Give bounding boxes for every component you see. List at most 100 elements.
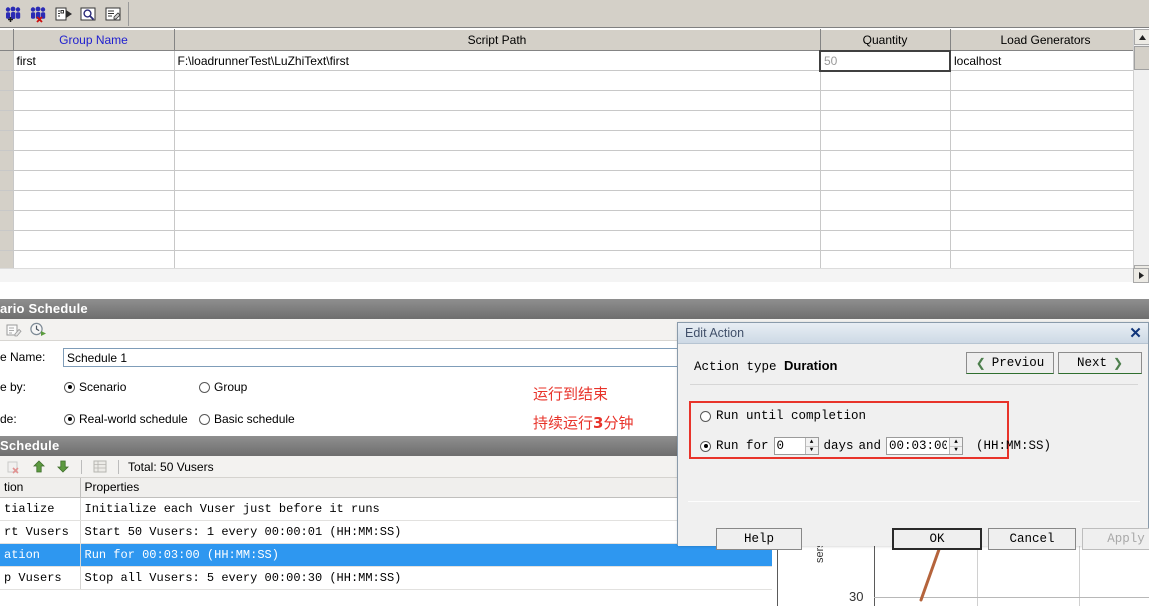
- cell-group-name[interactable]: first: [13, 50, 175, 71]
- cell-load-generators[interactable]: [950, 150, 1142, 171]
- cell-quantity[interactable]: [820, 150, 951, 171]
- cell-group-name[interactable]: [13, 110, 175, 131]
- duration-input[interactable]: [887, 438, 950, 454]
- radio-real-world-schedule[interactable]: Real-world schedule: [64, 412, 188, 426]
- cell-quantity[interactable]: [820, 70, 951, 91]
- help-button[interactable]: Help: [716, 528, 802, 550]
- scroll-right-icon[interactable]: [1133, 268, 1149, 283]
- cell-load-generators[interactable]: [950, 170, 1142, 191]
- cell-script-path[interactable]: [174, 150, 821, 171]
- cell-load-generators[interactable]: [950, 210, 1142, 231]
- row-selector[interactable]: [0, 90, 14, 111]
- duration-stepper-buttons[interactable]: ▲ ▼: [949, 438, 963, 455]
- row-selector[interactable]: [0, 50, 14, 71]
- cell-load-generators[interactable]: [950, 190, 1142, 211]
- properties-grid-icon[interactable]: [91, 460, 109, 473]
- cell-load-generators[interactable]: [950, 90, 1142, 111]
- duration-increment-icon[interactable]: ▲: [950, 438, 963, 447]
- table-row-empty[interactable]: [0, 210, 1142, 231]
- days-stepper-buttons[interactable]: ▲ ▼: [804, 438, 818, 454]
- cell-group-name[interactable]: [13, 230, 175, 251]
- cell-script-path[interactable]: [174, 70, 821, 91]
- edit-schedule-icon[interactable]: [4, 321, 24, 339]
- days-input[interactable]: [774, 438, 805, 454]
- dialog-title-bar[interactable]: Edit Action ✕: [678, 323, 1148, 344]
- cell-group-name[interactable]: [13, 90, 175, 111]
- close-icon[interactable]: ✕: [1127, 326, 1144, 341]
- column-header-quantity[interactable]: Quantity: [820, 29, 951, 51]
- run-script-icon[interactable]: [52, 2, 76, 26]
- radio-scenario[interactable]: Scenario: [64, 380, 126, 394]
- cell-script-path[interactable]: [174, 170, 821, 191]
- vuser-groups-grid[interactable]: Group Name Script Path Quantity Load Gen…: [0, 29, 1149, 281]
- row-selector[interactable]: [0, 130, 14, 151]
- cell-group-name[interactable]: [13, 190, 175, 211]
- row-selector[interactable]: [0, 230, 14, 251]
- edit-action-dialog[interactable]: Edit Action ✕ Action type Duration ❮ Pre…: [677, 322, 1149, 550]
- cell-load-generators[interactable]: [950, 130, 1142, 151]
- cell-action[interactable]: ation: [0, 543, 81, 567]
- cell-quantity[interactable]: [820, 190, 951, 211]
- cell-load-generators[interactable]: localhost: [950, 50, 1142, 71]
- cell-group-name[interactable]: [13, 150, 175, 171]
- row-selector[interactable]: [0, 70, 14, 91]
- cell-script-path[interactable]: [174, 110, 821, 131]
- table-row-empty[interactable]: [0, 110, 1142, 131]
- table-row-empty[interactable]: [0, 170, 1142, 191]
- edit-script-icon[interactable]: [102, 2, 126, 26]
- add-vusers-icon[interactable]: [2, 2, 26, 26]
- cell-load-generators[interactable]: [950, 70, 1142, 91]
- grid-horizontal-scrollbar[interactable]: [0, 268, 1149, 283]
- cell-script-path[interactable]: [174, 130, 821, 151]
- cell-script-path[interactable]: [174, 210, 821, 231]
- view-script-icon[interactable]: [77, 2, 101, 26]
- cell-script-path[interactable]: [174, 230, 821, 251]
- cell-group-name[interactable]: [13, 170, 175, 191]
- row-selector[interactable]: [0, 110, 14, 131]
- cell-group-name[interactable]: [13, 130, 175, 151]
- cell-quantity[interactable]: [820, 230, 951, 251]
- column-header-load-generators[interactable]: Load Generators: [950, 29, 1142, 51]
- remove-vusers-icon[interactable]: [27, 2, 51, 26]
- column-header-script-path[interactable]: Script Path: [174, 29, 821, 51]
- cell-action[interactable]: tialize: [0, 497, 81, 521]
- duration-decrement-icon[interactable]: ▼: [950, 447, 962, 455]
- delete-action-icon[interactable]: [6, 460, 24, 474]
- table-row[interactable]: first F:\loadrunnerTest\LuZhiText\first 50…: [0, 49, 1142, 72]
- cell-quantity[interactable]: [820, 90, 951, 111]
- row-selector[interactable]: [0, 210, 14, 231]
- move-down-icon[interactable]: [54, 460, 72, 473]
- cell-action[interactable]: rt Vusers: [0, 520, 81, 544]
- radio-run-for[interactable]: Run for ▲ ▼ days and ▲ ▼ (: [700, 437, 1051, 455]
- cell-action[interactable]: p Vusers: [0, 566, 81, 590]
- cell-quantity[interactable]: [820, 210, 951, 231]
- previous-button[interactable]: ❮ Previou: [966, 352, 1054, 374]
- cell-load-generators[interactable]: [950, 110, 1142, 131]
- next-button[interactable]: Next ❯: [1058, 352, 1142, 374]
- cancel-button[interactable]: Cancel: [988, 528, 1076, 550]
- row-selector[interactable]: [0, 190, 14, 211]
- table-row-empty[interactable]: [0, 90, 1142, 111]
- cell-group-name[interactable]: [13, 210, 175, 231]
- cell-script-path[interactable]: [174, 90, 821, 111]
- radio-group[interactable]: Group: [199, 380, 247, 394]
- days-stepper[interactable]: ▲ ▼: [773, 437, 819, 455]
- column-header-group-name[interactable]: Group Name: [13, 29, 175, 51]
- cell-script-path[interactable]: F:\loadrunnerTest\LuZhiText\first: [174, 50, 821, 71]
- scrollbar-thumb[interactable]: [1134, 46, 1149, 70]
- duration-stepper[interactable]: ▲ ▼: [886, 437, 964, 455]
- grid-vertical-scrollbar[interactable]: [1133, 29, 1149, 281]
- move-up-icon[interactable]: [30, 460, 48, 473]
- table-row-empty[interactable]: [0, 130, 1142, 151]
- cell-quantity[interactable]: 50: [819, 49, 951, 72]
- cell-group-name[interactable]: [13, 70, 175, 91]
- table-row-empty[interactable]: [0, 190, 1142, 211]
- scroll-up-icon[interactable]: [1134, 29, 1149, 45]
- row-selector[interactable]: [0, 170, 14, 191]
- days-increment-icon[interactable]: ▲: [805, 438, 818, 447]
- cell-quantity[interactable]: [820, 170, 951, 191]
- table-row-empty[interactable]: [0, 150, 1142, 171]
- table-row-empty[interactable]: [0, 70, 1142, 91]
- table-row-empty[interactable]: [0, 230, 1142, 251]
- radio-basic-schedule[interactable]: Basic schedule: [199, 412, 295, 426]
